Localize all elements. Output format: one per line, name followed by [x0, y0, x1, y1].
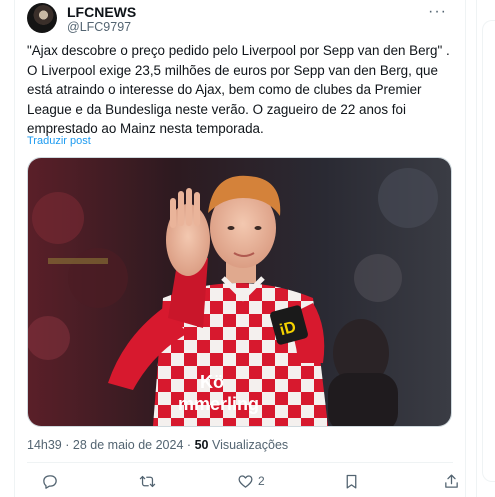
- tweet-page: LFCNEWS @LFC9797 ··· "Ajax descobre o pr…: [0, 0, 495, 497]
- meta-separator: ·: [65, 438, 70, 452]
- tweet-date[interactable]: 28 de maio de 2024: [73, 438, 184, 452]
- bookmark-button[interactable]: [343, 470, 364, 492]
- share-button[interactable]: [443, 470, 464, 492]
- reply-button[interactable]: [41, 470, 62, 492]
- author-name[interactable]: LFCNEWS: [67, 4, 136, 20]
- meta-separator-2: ·: [186, 438, 192, 452]
- tweet-meta: 14h39 · 28 de maio de 2024 · 50 Visualiz…: [27, 438, 288, 452]
- like-button[interactable]: 2: [237, 470, 265, 492]
- views-count: 50: [194, 438, 209, 452]
- heart-icon: [238, 474, 253, 488]
- tweet-text: "Ajax descobre o preço pedido pelo Liver…: [27, 43, 450, 136]
- svg-text:mmerling: mmerling: [178, 394, 259, 414]
- share-icon: [445, 473, 458, 488]
- avatar[interactable]: [27, 3, 57, 33]
- reply-icon: [43, 474, 57, 489]
- translate-post-link[interactable]: Traduzir post: [27, 135, 91, 147]
- more-options-icon[interactable]: ···: [428, 3, 447, 21]
- tweet-card: LFCNEWS @LFC9797 ··· "Ajax descobre o pr…: [14, 0, 466, 497]
- bookmark-icon: [346, 474, 357, 489]
- tweet-time[interactable]: 14h39: [27, 438, 62, 452]
- svg-text:Kö: Kö: [200, 372, 224, 392]
- action-bar: 2: [27, 470, 458, 492]
- retweet-button[interactable]: [139, 470, 160, 492]
- retweet-icon: [139, 475, 156, 487]
- divider: [27, 462, 453, 463]
- player-photo: iD Kö mmerling: [28, 158, 451, 426]
- tweet-media-photo[interactable]: iD Kö mmerling: [27, 157, 452, 427]
- author-handle[interactable]: @LFC9797: [67, 20, 131, 34]
- like-count: 2: [258, 474, 265, 488]
- tweet-header: LFCNEWS @LFC9797 ···: [27, 3, 453, 35]
- views-label: Visualizações: [211, 438, 289, 452]
- adjacent-card-edge: [482, 20, 495, 482]
